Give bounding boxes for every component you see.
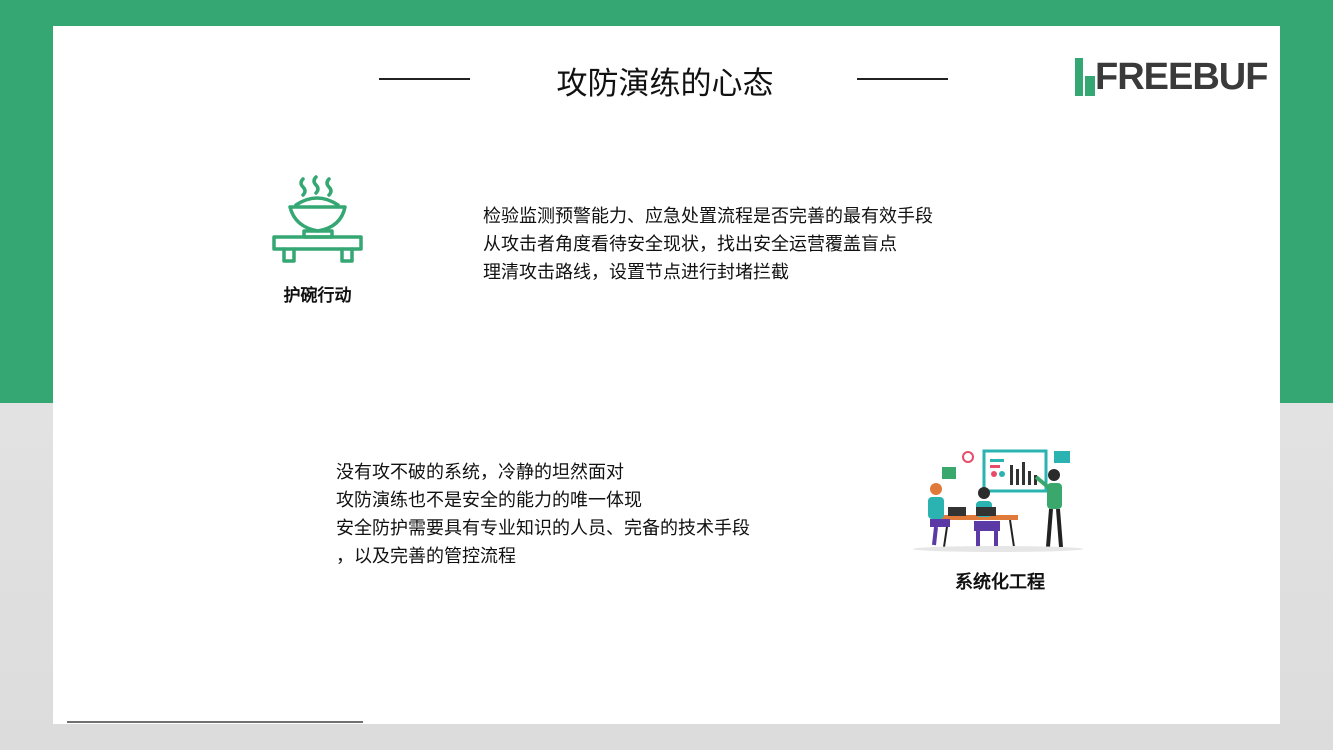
- logo-mark: [1075, 58, 1083, 96]
- team-illustration: [913, 449, 1083, 552]
- description-line: ，以及完善的管控流程: [336, 546, 516, 567]
- bowl-label: 护碗行动: [283, 286, 352, 306]
- team-label: 系统化工程: [955, 572, 1045, 593]
- bowl-icon: [272, 175, 363, 263]
- title-divider-left: [379, 78, 470, 80]
- description-line: 检验监测预警能力、应急处置流程是否完善的最有效手段: [483, 206, 933, 227]
- slide-title: 攻防演练的心态: [556, 66, 774, 102]
- logo-text: FREEBUF: [1095, 56, 1268, 98]
- title-divider-right: [857, 78, 948, 80]
- description-line: 理清攻击路线，设置节点进行封堵拦截: [483, 262, 789, 283]
- system-description: 没有攻不破的系统，冷静的坦然面对 攻防演练也不是安全的能力的唯一体现 安全防护需…: [336, 459, 750, 571]
- description-line: 攻防演练也不是安全的能力的唯一体现: [336, 490, 642, 511]
- freebuf-logo: FREEBUF: [1075, 56, 1268, 98]
- description-line: 安全防护需要具有专业知识的人员、完备的技术手段: [336, 518, 750, 539]
- description-line: 从攻击者角度看待安全现状，找出安全运营覆盖盲点: [483, 234, 897, 255]
- logo-mark-foot: [1085, 76, 1095, 96]
- bottom-decorative-line: [67, 721, 363, 723]
- slide-canvas: [53, 26, 1280, 724]
- description-line: 没有攻不破的系统，冷静的坦然面对: [336, 462, 624, 483]
- bowl-description: 检验监测预警能力、应急处置流程是否完善的最有效手段 从攻击者角度看待安全现状，找…: [483, 203, 933, 287]
